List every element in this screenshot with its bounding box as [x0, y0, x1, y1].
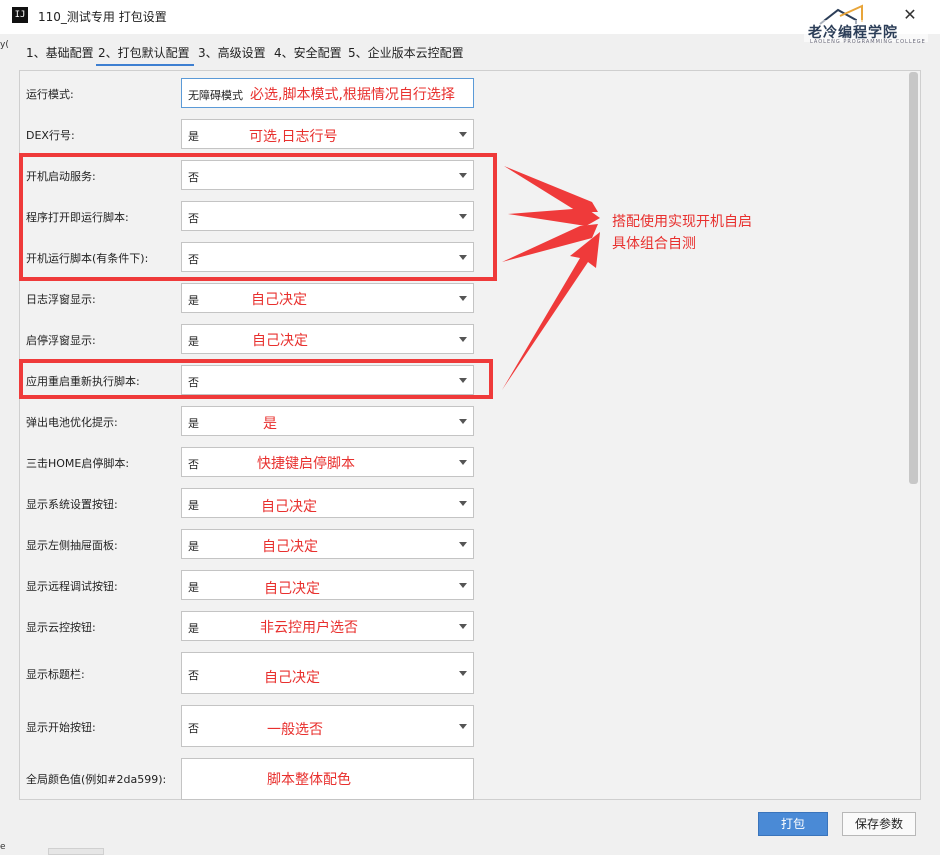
show-settings-btn-select[interactable]: 是: [181, 488, 474, 518]
log-float-select[interactable]: 是: [181, 283, 474, 313]
chevron-down-icon: [459, 337, 467, 342]
callout-line-1: 搭配使用实现开机自启: [612, 214, 752, 230]
battery-tip-select[interactable]: 是: [181, 406, 474, 436]
run-mode-value: 无障碍模式: [188, 89, 243, 102]
battery-tip-value: 是: [188, 417, 199, 430]
show-remote-debug-value: 是: [188, 581, 199, 594]
label-show-settings-btn: 显示系统设置按钮:: [26, 498, 118, 511]
annotation-dex-line: 可选,日志行号: [249, 129, 338, 145]
label-triple-home: 三击HOME启停脚本:: [26, 457, 130, 470]
tab-enterprise-cloud[interactable]: 5、企业版本云控配置: [348, 44, 464, 61]
show-drawer-value: 是: [188, 540, 199, 553]
annotation-show-remote-debug: 自己决定: [264, 581, 320, 597]
annotation-triple-home: 快捷键启停脚本: [257, 456, 355, 472]
show-drawer-select[interactable]: 是: [181, 529, 474, 559]
highlight-box-restart: [19, 359, 493, 399]
label-show-titlebar: 显示标题栏:: [26, 668, 85, 681]
label-run-mode: 运行模式:: [26, 88, 74, 101]
triple-home-value: 否: [188, 458, 199, 471]
label-log-float: 日志浮窗显示:: [26, 293, 96, 306]
annotation-log-float: 自己决定: [251, 292, 307, 308]
chevron-down-icon: [459, 296, 467, 301]
scrollbar-thumb[interactable]: [909, 72, 918, 484]
annotation-run-mode: 必选,脚本模式,根据情况自行选择: [250, 87, 455, 103]
save-params-button[interactable]: 保存参数: [842, 812, 916, 836]
tab-basic[interactable]: 1、基础配置: [26, 44, 94, 61]
tab-security[interactable]: 4、安全配置: [274, 44, 342, 61]
log-float-value: 是: [188, 294, 199, 307]
annotation-battery-tip: 是: [263, 416, 277, 432]
chevron-down-icon: [459, 624, 467, 629]
chevron-down-icon: [459, 542, 467, 547]
label-battery-tip: 弹出电池优化提示:: [26, 416, 118, 429]
chevron-down-icon: [459, 724, 467, 729]
annotation-show-titlebar: 自己决定: [264, 670, 320, 686]
app-icon: IJ: [12, 7, 28, 23]
title-bar: IJ 110_测试专用 打包设置 老冷编程学院 LAOLENG PROGRAMM…: [0, 0, 940, 45]
show-start-btn-select[interactable]: 否: [181, 705, 474, 747]
tab-advanced[interactable]: 3、高级设置: [198, 44, 266, 61]
left-edge-text: y(: [0, 40, 9, 50]
chevron-down-icon: [459, 671, 467, 676]
annotation-startstop-float: 自己决定: [252, 333, 308, 349]
annotation-global-color: 脚本整体配色: [267, 772, 351, 788]
label-startstop-float: 启停浮窗显示:: [26, 334, 96, 347]
tab-default-package[interactable]: 2、打包默认配置: [98, 44, 190, 61]
label-show-cloud-btn: 显示云控按钮:: [26, 621, 96, 634]
show-cloud-btn-value: 是: [188, 622, 199, 635]
label-show-start-btn: 显示开始按钮:: [26, 721, 96, 734]
chevron-down-icon: [459, 501, 467, 506]
chevron-down-icon: [459, 583, 467, 588]
annotation-show-settings: 自己决定: [261, 499, 317, 515]
dex-line-value: 是: [188, 130, 199, 143]
label-show-remote-debug: 显示远程调试按钮:: [26, 580, 118, 593]
highlight-box-boot-group: [19, 153, 497, 281]
logo-subtitle: LAOLENG PROGRAMMING COLLEGE: [810, 39, 926, 45]
show-settings-btn-value: 是: [188, 499, 199, 512]
startstop-float-select[interactable]: 是: [181, 324, 474, 354]
startstop-float-value: 是: [188, 335, 199, 348]
annotation-show-drawer: 自己决定: [262, 539, 318, 555]
show-start-btn-value: 否: [188, 722, 199, 735]
show-titlebar-value: 否: [188, 669, 199, 682]
chevron-down-icon: [459, 419, 467, 424]
label-show-drawer: 显示左侧抽屉面板:: [26, 539, 118, 552]
pack-button[interactable]: 打包: [758, 812, 828, 836]
annotation-show-cloud: 非云控用户选否: [260, 620, 358, 636]
window-title: 110_测试专用 打包设置: [38, 10, 167, 24]
chevron-down-icon: [459, 132, 467, 137]
close-icon[interactable]: ✕: [900, 4, 920, 26]
annotation-show-start: 一般选否: [267, 722, 323, 738]
label-global-color: 全局颜色值(例如#2da599):: [26, 773, 167, 786]
callout-line-2: 具体组合自测: [612, 236, 696, 252]
bottom-edge-text: e: [0, 842, 6, 852]
chevron-down-icon: [459, 460, 467, 465]
bottom-strip: [48, 848, 104, 855]
show-remote-debug-select[interactable]: 是: [181, 570, 474, 600]
show-titlebar-select[interactable]: 否: [181, 652, 474, 694]
label-dex-line: DEX行号:: [26, 129, 75, 142]
active-tab-indicator: [96, 64, 194, 66]
